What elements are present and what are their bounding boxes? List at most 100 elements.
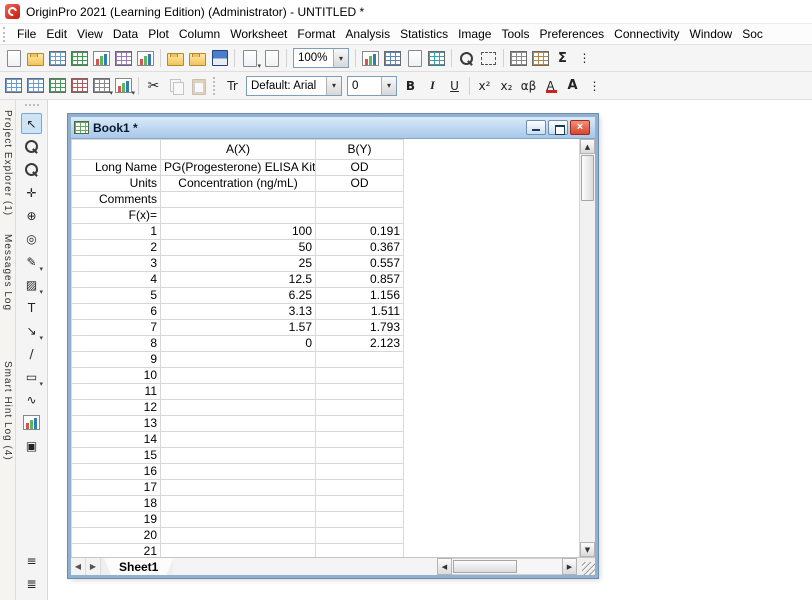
- cell-a[interactable]: 6.25: [161, 288, 316, 304]
- scroll-right-icon[interactable]: ▶: [562, 558, 577, 575]
- cell-b[interactable]: [316, 544, 404, 558]
- row-number[interactable]: 20: [72, 528, 161, 544]
- cell-a[interactable]: 12.5: [161, 272, 316, 288]
- row-number[interactable]: 15: [72, 448, 161, 464]
- menu-tools[interactable]: Tools: [496, 24, 534, 44]
- cell-b[interactable]: 2.123: [316, 336, 404, 352]
- new-excel-icon[interactable]: [69, 48, 90, 69]
- font-color-icon[interactable]: A: [540, 75, 561, 96]
- sort-column-icon[interactable]: [91, 75, 112, 96]
- column-header-b[interactable]: B(Y): [316, 140, 404, 160]
- cell-b[interactable]: [316, 384, 404, 400]
- cell-b[interactable]: [316, 496, 404, 512]
- cell-b[interactable]: [316, 352, 404, 368]
- cell-a[interactable]: [161, 192, 316, 208]
- book1-titlebar[interactable]: Book1 * ×: [71, 117, 595, 139]
- cell-b[interactable]: OD: [316, 160, 404, 176]
- row-number[interactable]: 7: [72, 320, 161, 336]
- insert-object-icon[interactable]: ▣: [21, 435, 42, 456]
- cell-a[interactable]: [161, 496, 316, 512]
- cell-a[interactable]: [161, 352, 316, 368]
- row-label[interactable]: Units: [72, 176, 161, 192]
- screen-capture-icon[interactable]: [426, 48, 447, 69]
- row-number[interactable]: 5: [72, 288, 161, 304]
- cell-b[interactable]: [316, 464, 404, 480]
- menu-data[interactable]: Data: [108, 24, 143, 44]
- arrow-tool-icon[interactable]: ↘: [21, 320, 42, 341]
- column-header-a[interactable]: A(X): [161, 140, 316, 160]
- cell-b[interactable]: [316, 512, 404, 528]
- cell-b[interactable]: 0.557: [316, 256, 404, 272]
- cell-b[interactable]: 1.156: [316, 288, 404, 304]
- cell-b[interactable]: [316, 400, 404, 416]
- new-workbook-icon[interactable]: [47, 48, 68, 69]
- zoom-text-icon[interactable]: [456, 48, 477, 69]
- scroll-up-icon[interactable]: ▲: [580, 139, 595, 154]
- import-single-ascii-icon[interactable]: [261, 48, 282, 69]
- cell-b[interactable]: 1.793: [316, 320, 404, 336]
- font-size-combo[interactable]: 0▾: [347, 76, 397, 96]
- dropdown-arrow-icon[interactable]: ▾: [326, 77, 341, 95]
- cell-a[interactable]: [161, 432, 316, 448]
- menu-statistics[interactable]: Statistics: [395, 24, 453, 44]
- zoom-out-icon[interactable]: [21, 159, 42, 180]
- row-number[interactable]: 17: [72, 480, 161, 496]
- row-number[interactable]: 16: [72, 464, 161, 480]
- row-number[interactable]: 21: [72, 544, 161, 558]
- new-graph-icon[interactable]: [91, 48, 112, 69]
- cell-a[interactable]: [161, 544, 316, 558]
- screen-reader-icon[interactable]: ⊕: [21, 205, 42, 226]
- cell-a[interactable]: [161, 416, 316, 432]
- dock-tab-3[interactable]: Smart Hint Log (4): [1, 359, 14, 463]
- row-number[interactable]: 6: [72, 304, 161, 320]
- scroll-down-icon[interactable]: ▼: [580, 542, 595, 557]
- font-family-combo[interactable]: Default: Arial▾: [246, 76, 342, 96]
- text-tool-icon[interactable]: T: [21, 297, 42, 318]
- column-statistics-icon[interactable]: [69, 75, 90, 96]
- new-folder-icon[interactable]: [25, 48, 46, 69]
- dropdown-arrow-icon[interactable]: ▾: [381, 77, 396, 95]
- row-number[interactable]: 3: [72, 256, 161, 272]
- cell-b[interactable]: [316, 416, 404, 432]
- open-excel-icon[interactable]: [187, 48, 208, 69]
- object-manager-icon[interactable]: ≡: [21, 550, 42, 571]
- scroll-left-icon[interactable]: ◀: [437, 558, 452, 575]
- cell-b[interactable]: [316, 192, 404, 208]
- row-number[interactable]: 2: [72, 240, 161, 256]
- sum-statistics-icon[interactable]: Σ: [552, 48, 573, 69]
- open-icon[interactable]: [165, 48, 186, 69]
- cell-a[interactable]: [161, 448, 316, 464]
- cell-a[interactable]: 3.13: [161, 304, 316, 320]
- cell-b[interactable]: [316, 432, 404, 448]
- mask-icon[interactable]: ▨: [21, 274, 42, 295]
- cell-b[interactable]: 0.191: [316, 224, 404, 240]
- cell-a[interactable]: 1.57: [161, 320, 316, 336]
- cut-icon[interactable]: ✂: [143, 75, 164, 96]
- row-number[interactable]: 14: [72, 432, 161, 448]
- vertical-scroll-thumb[interactable]: [581, 155, 594, 201]
- italic-icon[interactable]: I: [422, 75, 443, 96]
- pointer-icon[interactable]: ↖: [21, 113, 42, 134]
- cell-b[interactable]: [316, 528, 404, 544]
- vertical-scrollbar[interactable]: ▲ ▼: [579, 139, 595, 557]
- plot-menu-icon[interactable]: [113, 75, 134, 96]
- worksheet-table[interactable]: A(X) B(Y) Long NamePG(Progesterone) ELIS…: [71, 139, 579, 557]
- dropdown-arrow-icon[interactable]: ▾: [333, 49, 348, 67]
- new-matrix-icon[interactable]: [113, 48, 134, 69]
- row-number[interactable]: 10: [72, 368, 161, 384]
- menu-worksheet[interactable]: Worksheet: [225, 24, 292, 44]
- menu-edit[interactable]: Edit: [41, 24, 72, 44]
- cell-a[interactable]: Concentration (ng/mL): [161, 176, 316, 192]
- cell-a[interactable]: [161, 464, 316, 480]
- row-label[interactable]: Comments: [72, 192, 161, 208]
- duplicate-window-icon[interactable]: [382, 48, 403, 69]
- menu-soc[interactable]: Soc: [737, 24, 768, 44]
- cell-b[interactable]: 1.511: [316, 304, 404, 320]
- cell-b[interactable]: [316, 208, 404, 224]
- cell-b[interactable]: [316, 448, 404, 464]
- toolbar-overflow-icon[interactable]: ⋮: [584, 75, 605, 96]
- row-number[interactable]: 18: [72, 496, 161, 512]
- cell-a[interactable]: [161, 512, 316, 528]
- apps-gallery-icon[interactable]: ≣: [21, 573, 42, 594]
- cell-b[interactable]: 0.367: [316, 240, 404, 256]
